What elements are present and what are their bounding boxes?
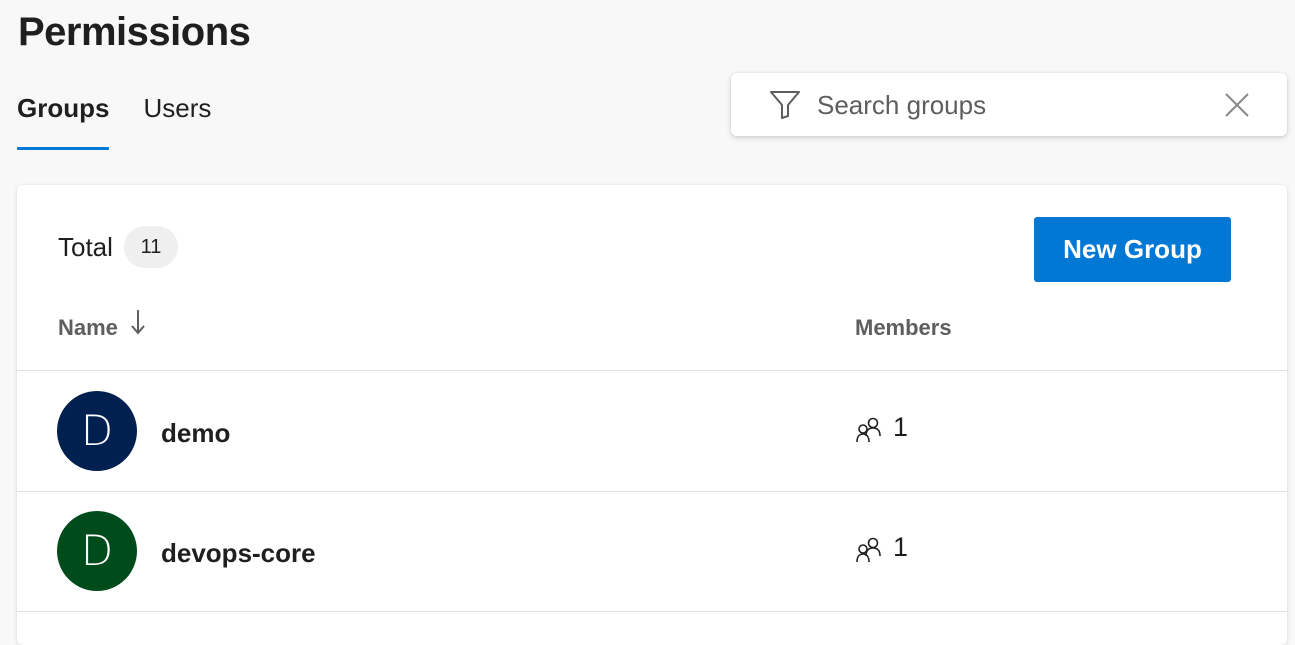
tab-users[interactable]: Users <box>143 86 211 150</box>
total-label: Total <box>58 232 113 262</box>
column-header-name[interactable]: Name <box>58 310 146 343</box>
member-count: 1 <box>893 412 909 442</box>
avatar: D <box>57 391 137 471</box>
table-row[interactable]: D devops-core 1 <box>17 491 1287 611</box>
groups-card: Total 11 New Group Name Members D demo 1 <box>17 185 1287 645</box>
column-header-name-label: Name <box>58 315 118 340</box>
total-count-badge: 11 <box>124 226 178 268</box>
members-cell: 1 <box>855 409 908 445</box>
tab-bar: Groups Users <box>17 86 245 150</box>
group-name[interactable]: devops-core <box>161 535 316 571</box>
new-group-button[interactable]: New Group <box>1034 217 1231 282</box>
search-box <box>731 73 1287 136</box>
arrow-down-icon <box>130 309 146 343</box>
members-cell: 1 <box>855 529 908 565</box>
page-title: Permissions <box>18 10 251 54</box>
tab-groups[interactable]: Groups <box>17 86 110 150</box>
people-icon <box>855 416 883 444</box>
column-header-members[interactable]: Members <box>855 313 952 343</box>
close-icon[interactable] <box>1224 92 1250 118</box>
row-divider <box>17 611 1287 612</box>
search-input[interactable] <box>817 85 1197 125</box>
filter-icon <box>769 90 801 120</box>
member-count: 1 <box>893 532 909 562</box>
group-name[interactable]: demo <box>161 415 230 451</box>
people-icon <box>855 536 883 564</box>
table-row[interactable]: D demo 1 <box>17 371 1287 491</box>
avatar: D <box>57 511 137 591</box>
